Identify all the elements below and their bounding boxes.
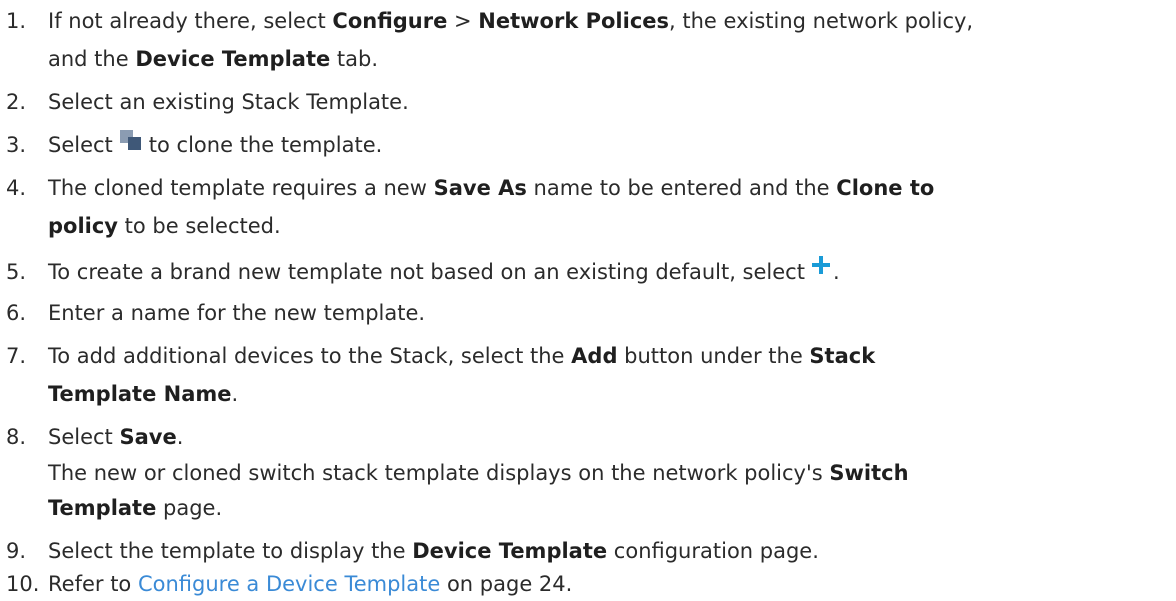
procedure-steps: 1. If not already there, select Configur… [0, 0, 1176, 596]
switch-template-ref: Switch [829, 461, 909, 485]
add-icon [811, 255, 831, 275]
step-text: Select an existing Stack Template. [48, 90, 409, 114]
step-text: Select the template to display the Devic… [48, 539, 819, 563]
menu-network-polices: Network Polices [478, 9, 670, 33]
step-text: Template Name. [48, 382, 239, 406]
stack-template-name-ref: Stack [809, 344, 876, 368]
switch-template-ref-cont: Template [48, 496, 157, 520]
step-result-text: The new or cloned switch stack template … [48, 461, 909, 485]
step-result-text: Template page. [48, 496, 223, 520]
step-number: 7. [6, 344, 27, 368]
step-number: 9. [6, 539, 27, 563]
step-number: 2. [6, 90, 27, 114]
step-text: Enter a name for the new template. [48, 301, 426, 325]
step-text: If not already there, select Configure >… [48, 9, 974, 33]
save-button-ref: Save [119, 425, 177, 449]
step-number: 3. [6, 133, 27, 157]
step-number: 8. [6, 425, 27, 449]
step-text: policy to be selected. [48, 214, 281, 238]
step-text: and the Device Template tab. [48, 47, 379, 71]
menu-configure: Configure [332, 9, 448, 33]
tab-device-template: Device Template [135, 47, 331, 71]
step-number: 4. [6, 176, 27, 200]
step-text: Select Save. [48, 425, 184, 449]
field-save-as: Save As [433, 176, 527, 200]
add-button-ref: Add [571, 344, 618, 368]
step-text: The cloned template requires a new Save … [48, 176, 935, 200]
step-text: To add additional devices to the Stack, … [48, 344, 876, 368]
clone-icon [119, 130, 145, 154]
field-clone-to-policy: Clone to [836, 176, 935, 200]
stack-template-name-ref-cont: Template Name [48, 382, 232, 406]
step-number: 5. [6, 260, 27, 284]
step-number: 1. [6, 9, 27, 33]
step-text: To create a brand new template not based… [48, 255, 840, 289]
field-clone-to-policy-cont: policy [48, 214, 118, 238]
configure-device-template-link[interactable]: Configure a Device Template [138, 572, 440, 596]
step-number: 6. [6, 301, 27, 325]
step-text: Select to clone the template. [48, 128, 382, 162]
device-template-ref: Device Template [412, 539, 608, 563]
